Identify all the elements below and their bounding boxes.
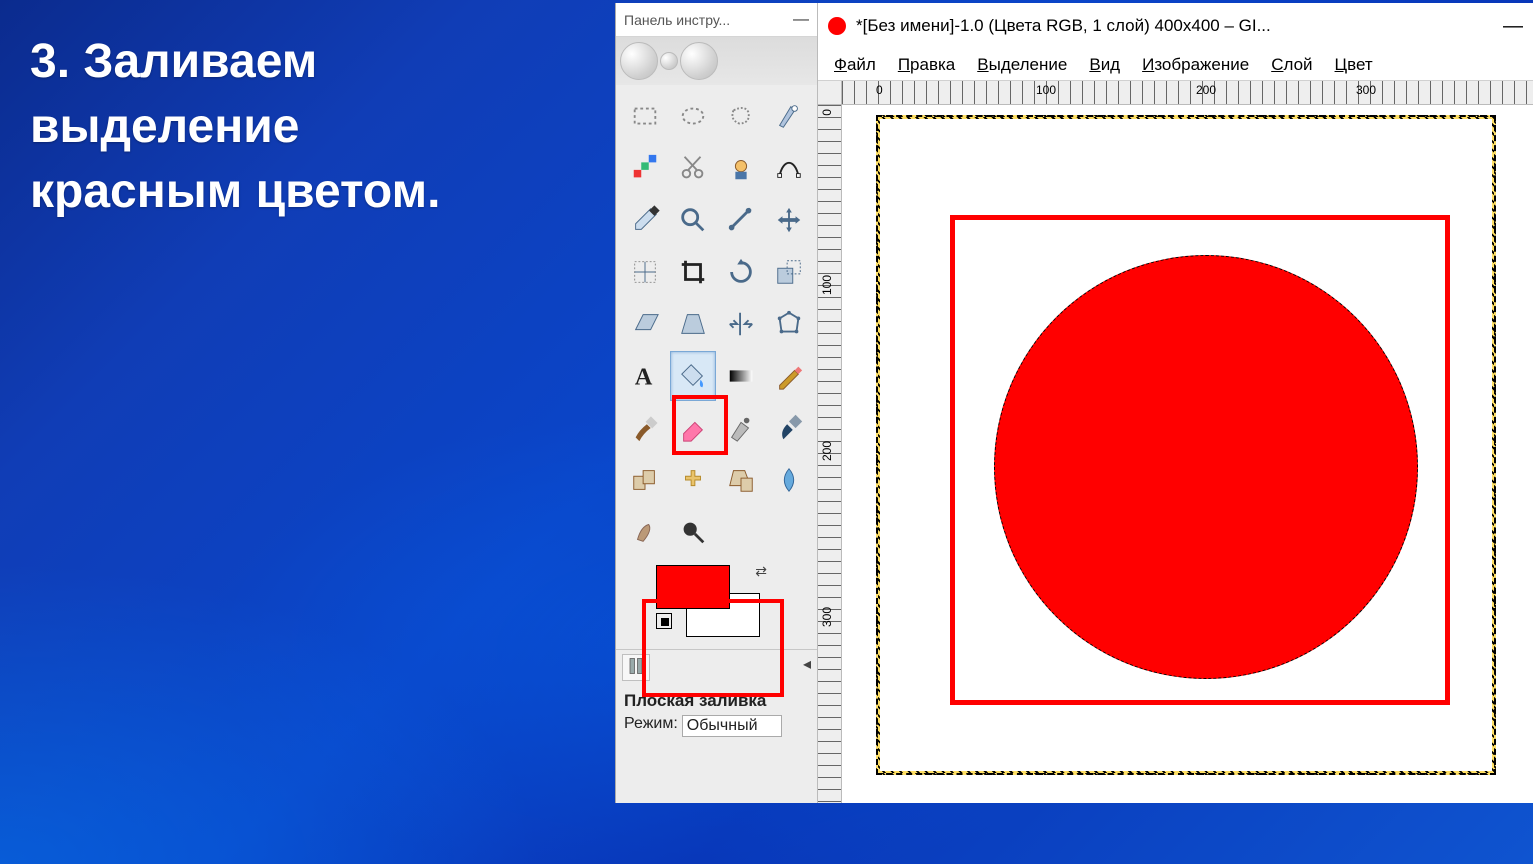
tool-paintbrush[interactable]: [622, 403, 668, 453]
ruler-v-mark: 200: [820, 441, 834, 461]
ruler-vertical: 0 100 200 300: [818, 105, 842, 803]
tool-options-title: Плоская заливка: [616, 685, 817, 713]
tool-scale[interactable]: [766, 247, 812, 297]
toolbox-titlebar: Панель инстру... —: [616, 3, 817, 37]
ruler-horizontal: 0 100 200 300: [842, 81, 1533, 104]
tool-move[interactable]: [766, 195, 812, 245]
instruction-text: 3. Заливаем выделение красным цветом.: [30, 30, 440, 224]
ruler-h-mark: 300: [1356, 83, 1376, 97]
tool-zoom[interactable]: [670, 195, 716, 245]
ruler-row: 0 100 200 300: [818, 81, 1533, 105]
tool-heal[interactable]: [670, 455, 716, 505]
wilber-strip: [616, 37, 817, 85]
ruler-corner-icon: [818, 81, 842, 104]
tool-pencil[interactable]: [766, 351, 812, 401]
tool-text[interactable]: A: [622, 351, 668, 401]
tool-scissors[interactable]: [670, 143, 716, 193]
tool-ellipse-select[interactable]: [670, 91, 716, 141]
ruler-h-mark: 100: [1036, 83, 1056, 97]
mode-label: Режим:: [624, 715, 678, 737]
wilber-icon: [620, 42, 658, 80]
tool-smudge[interactable]: [622, 507, 668, 557]
default-colors-icon[interactable]: [656, 613, 672, 629]
canvas-area[interactable]: [842, 105, 1533, 803]
tool-shear[interactable]: [622, 299, 668, 349]
menu-вид[interactable]: Вид: [1083, 53, 1126, 77]
image-menu-bar: Файл Правка Выделение Вид Изображение Слой Цве…: [818, 49, 1533, 81]
mode-select[interactable]: Обычный: [682, 715, 782, 737]
svg-text:A: A: [635, 363, 653, 390]
tool-blur[interactable]: [766, 455, 812, 505]
swap-colors-icon[interactable]: ⇄: [755, 563, 767, 580]
tool-align[interactable]: [622, 247, 668, 297]
ruler-v-mark: 100: [820, 275, 834, 295]
filled-circle: [994, 255, 1418, 679]
color-selector: ⇄: [616, 559, 817, 649]
ruler-h-mark: 200: [1196, 83, 1216, 97]
tool-options-tabs: ◂: [616, 649, 817, 685]
minimize-button[interactable]: —: [793, 11, 809, 29]
toolbox-title: Панель инстру...: [624, 12, 730, 28]
tool-grid: A: [616, 85, 817, 559]
tool-free-select[interactable]: [718, 91, 764, 141]
tool-paths[interactable]: [766, 143, 812, 193]
menu-файл[interactable]: Файл: [828, 53, 882, 77]
wilber-icon: [660, 52, 678, 70]
tool-color-select[interactable]: [622, 143, 668, 193]
tool-blend[interactable]: [718, 351, 764, 401]
tool-color-picker[interactable]: [622, 195, 668, 245]
ruler-h-mark: 0: [876, 83, 883, 97]
tool-fuzzy-select[interactable]: [766, 91, 812, 141]
gimp-screenshot: Панель инстру... — A ⇄ ◂ Плоская з: [615, 3, 1533, 803]
tool-airbrush[interactable]: [718, 403, 764, 453]
toolbox-window: Панель инстру... — A ⇄ ◂ Плоская з: [616, 3, 818, 803]
tool-perspective-clone[interactable]: [718, 455, 764, 505]
tool-options-menu-icon[interactable]: ◂: [803, 654, 811, 681]
tool-foreground-select[interactable]: [718, 143, 764, 193]
tool-dodge[interactable]: [670, 507, 716, 557]
tool-eraser[interactable]: [670, 403, 716, 453]
image-window-titlebar: *[Без имени]-1.0 (Цвета RGB, 1 слой) 400…: [818, 3, 1533, 49]
tool-measure[interactable]: [718, 195, 764, 245]
tool-options-tab-icon[interactable]: [622, 654, 650, 681]
tool-bucket-fill[interactable]: [670, 351, 716, 401]
reddot-icon: [828, 17, 846, 35]
ruler-v-mark: 0: [820, 109, 834, 116]
tool-ink[interactable]: [766, 403, 812, 453]
image-window-title: *[Без имени]-1.0 (Цвета RGB, 1 слой) 400…: [856, 16, 1271, 36]
menu-выделение[interactable]: Выделение: [971, 53, 1073, 77]
image-window: *[Без имени]-1.0 (Цвета RGB, 1 слой) 400…: [818, 3, 1533, 803]
tool-rotate[interactable]: [718, 247, 764, 297]
tool-cage[interactable]: [766, 299, 812, 349]
wilber-icon: [680, 42, 718, 80]
menu-правка[interactable]: Правка: [892, 53, 961, 77]
tool-perspective[interactable]: [670, 299, 716, 349]
minimize-button[interactable]: —: [1503, 15, 1523, 38]
fg-color-swatch[interactable]: [656, 565, 730, 609]
tool-rect-select[interactable]: [622, 91, 668, 141]
tool-clone[interactable]: [622, 455, 668, 505]
menu-цвет[interactable]: Цвет: [1329, 53, 1379, 77]
menu-изображение[interactable]: Изображение: [1136, 53, 1255, 77]
menu-слой[interactable]: Слой: [1265, 53, 1318, 77]
tool-crop[interactable]: [670, 247, 716, 297]
tool-flip[interactable]: [718, 299, 764, 349]
ruler-v-mark: 300: [820, 607, 834, 627]
